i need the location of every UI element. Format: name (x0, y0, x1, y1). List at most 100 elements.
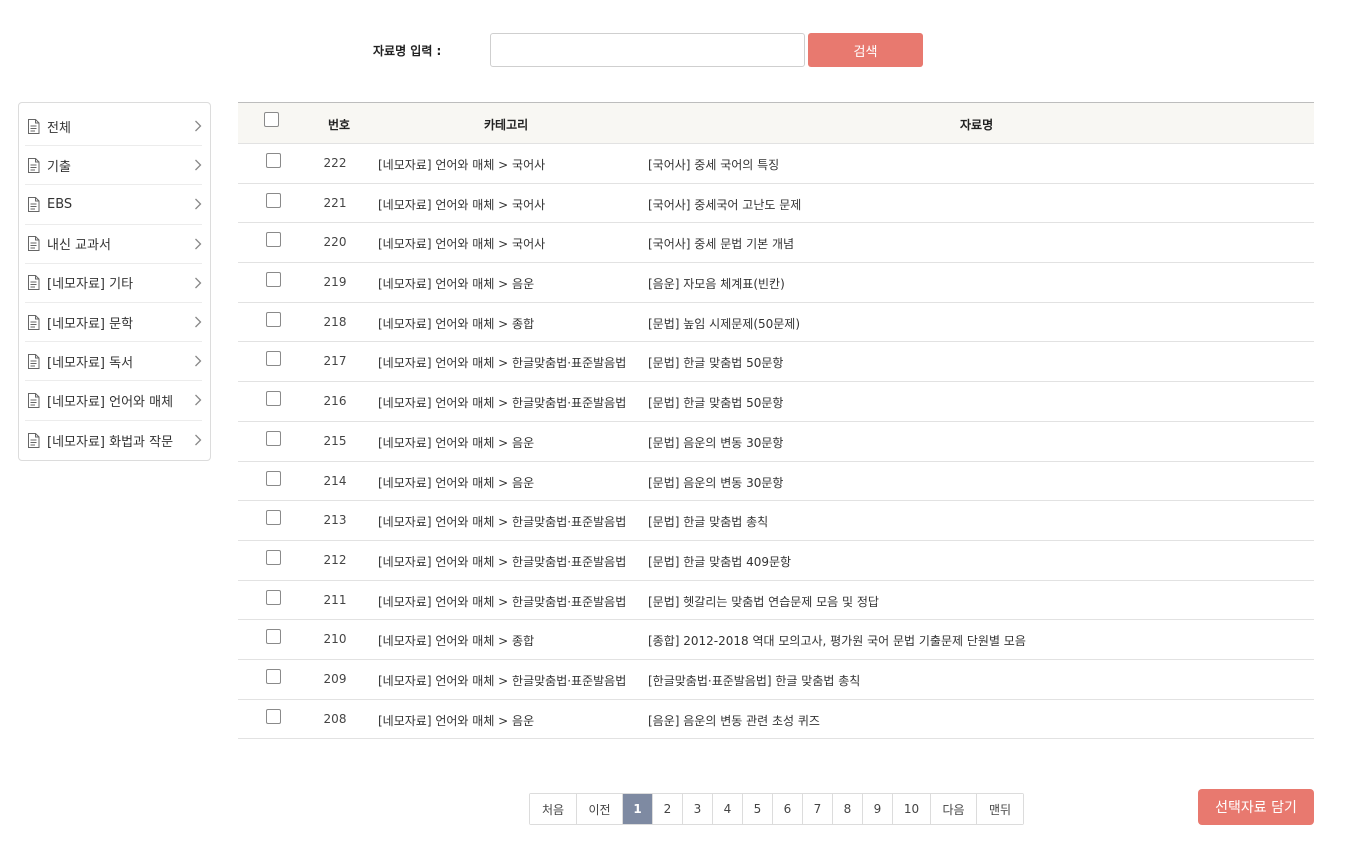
row-checkbox[interactable] (266, 430, 281, 446)
header-title: 자료명 (960, 118, 994, 132)
chevron-right-icon (194, 316, 202, 328)
page-number-button[interactable]: 6 (773, 794, 803, 824)
select-all-checkbox[interactable] (264, 112, 279, 127)
page-number-button[interactable]: 8 (833, 794, 863, 824)
category-sidebar: 전체 기출 EBS 내신 교과서 [네모자료] 기타 [네모자료] 문학 [네모자료] 독서… (18, 102, 211, 461)
sidebar-item-label: [네모자료] 문학 (47, 316, 134, 332)
row-checkbox[interactable] (266, 391, 281, 407)
page-prev-button[interactable]: 이전 (577, 794, 623, 824)
row-checkbox[interactable] (266, 351, 281, 367)
chevron-right-icon (194, 120, 202, 132)
page-number-button[interactable]: 1 (623, 794, 653, 824)
row-title-link[interactable]: [문법] 한글 맞춤법 총칙 (648, 513, 768, 530)
row-checkbox[interactable] (266, 470, 281, 486)
document-icon (27, 236, 40, 252)
row-checkbox[interactable] (266, 549, 281, 565)
page-number-button[interactable]: 3 (683, 794, 713, 824)
sidebar-item[interactable]: EBS (25, 185, 202, 225)
sidebar-item-label: [네모자료] 화법과 작문 (47, 434, 174, 450)
row-checkbox[interactable] (266, 668, 281, 684)
sidebar-item[interactable]: [네모자료] 기타 (25, 264, 202, 303)
table-row: 222 [네모자료] 언어와 매체 > 국어사 [국어사] 중세 국어의 특징 (238, 144, 1314, 184)
chevron-right-icon (194, 159, 202, 171)
table-row: 216 [네모자료] 언어와 매체 > 한글맞춤법·표준발음법 [문법] 한글 맞춤… (238, 382, 1314, 422)
table-body: 222 [네모자료] 언어와 매체 > 국어사 [국어사] 중세 국어의 특징 221… (238, 144, 1314, 740)
chevron-right-icon (194, 238, 202, 250)
table-row: 221 [네모자료] 언어와 매체 > 국어사 [국어사] 중세국어 고난도 문제 (238, 184, 1314, 224)
table-row: 212 [네모자료] 언어와 매체 > 한글맞춤법·표준발음법 [문법] 한글 맞춤… (238, 541, 1314, 581)
sidebar-item[interactable]: [네모자료] 독서 (25, 342, 202, 382)
material-table: 번호 카테고리 자료명 222 [네모자료] 언어와 매체 > 국어사 [국어사] … (238, 102, 1314, 740)
page-number-button[interactable]: 2 (653, 794, 683, 824)
row-category: [네모자료] 언어와 매체 > 한글맞춤법·표준발음법 (378, 673, 627, 688)
row-number: 208 (323, 711, 347, 726)
sidebar-item-label: EBS (47, 196, 73, 212)
row-title-link[interactable]: [문법] 한글 맞춤법 409문항 (648, 553, 791, 570)
row-title-link[interactable]: [국어사] 중세 문법 기본 개념 (648, 235, 794, 252)
row-checkbox[interactable] (266, 629, 281, 645)
page-number-button[interactable]: 10 (893, 794, 931, 824)
row-checkbox[interactable] (266, 192, 281, 208)
table-row: 218 [네모자료] 언어와 매체 > 종합 [문법] 높임 시제문제(50문제) (238, 303, 1314, 343)
table-row: 220 [네모자료] 언어와 매체 > 국어사 [국어사] 중세 문법 기본 개념 (238, 223, 1314, 264)
row-checkbox[interactable] (266, 589, 281, 605)
row-title-link[interactable]: [국어사] 중세 국어의 특징 (648, 156, 779, 173)
document-icon (27, 353, 40, 369)
row-number: 220 (323, 235, 347, 250)
row-checkbox[interactable] (266, 153, 281, 168)
document-icon (27, 157, 40, 173)
document-icon (27, 275, 40, 291)
row-title-link[interactable]: [한글맞춤법·표준발음법] 한글 맞춤법 총칙 (648, 672, 860, 689)
sidebar-item[interactable]: 기출 (25, 146, 202, 186)
search-input[interactable] (490, 33, 805, 67)
table-row: 215 [네모자료] 언어와 매체 > 음운 [문법] 음운의 변동 30문항 (238, 422, 1314, 462)
row-title-link[interactable]: [국어사] 중세국어 고난도 문제 (648, 196, 801, 213)
page-number-button[interactable]: 7 (803, 794, 833, 824)
chevron-right-icon (194, 394, 202, 406)
row-number: 212 (323, 552, 347, 567)
sidebar-item[interactable]: 전체 (25, 107, 202, 147)
row-title-link[interactable]: [문법] 한글 맞춤법 50문항 (648, 354, 783, 371)
table-row: 213 [네모자료] 언어와 매체 > 한글맞춤법·표준발음법 [문법] 한글 맞춤… (238, 501, 1314, 541)
search-button[interactable]: 검색 (808, 33, 923, 67)
page-number-button[interactable]: 9 (863, 794, 893, 824)
sidebar-item[interactable]: 내신 교과서 (25, 225, 202, 264)
row-category: [네모자료] 언어와 매체 > 종합 (378, 634, 535, 649)
document-icon (27, 392, 40, 408)
row-title-link[interactable]: [음운] 음운의 변동 관련 초성 퀴즈 (648, 712, 820, 729)
add-selected-to-cart-button[interactable]: 선택자료 담기 (1198, 789, 1314, 825)
sidebar-item[interactable]: [네모자료] 언어와 매체 (25, 381, 202, 421)
row-checkbox[interactable] (266, 232, 281, 248)
row-number: 215 (323, 433, 347, 448)
page-number-button[interactable]: 5 (743, 794, 773, 824)
table-header: 번호 카테고리 자료명 (238, 102, 1314, 144)
row-title-link[interactable]: [문법] 높임 시제문제(50문제) (648, 315, 800, 332)
row-category: [네모자료] 언어와 매체 > 한글맞춤법·표준발음법 (378, 515, 627, 530)
row-title-link[interactable]: [종합] 2012-2018 역대 모의고사, 평가원 국어 문법 기출문제 단… (648, 632, 1026, 649)
sidebar-item[interactable]: [네모자료] 화법과 작문 (25, 421, 202, 460)
row-checkbox[interactable] (266, 272, 281, 288)
row-title-link[interactable]: [문법] 한글 맞춤법 50문항 (648, 394, 783, 411)
row-checkbox[interactable] (266, 311, 281, 327)
header-category: 카테고리 (484, 118, 529, 132)
row-number: 221 (323, 195, 347, 210)
page-next-button[interactable]: 다음 (931, 794, 977, 824)
row-checkbox[interactable] (266, 708, 281, 724)
row-checkbox[interactable] (266, 510, 281, 526)
page-first-button[interactable]: 처음 (530, 794, 577, 824)
document-icon (27, 432, 40, 448)
row-title-link[interactable]: [문법] 음운의 변동 30문항 (648, 474, 783, 491)
sidebar-item-label: 내신 교과서 (47, 238, 111, 254)
row-title-link[interactable]: [문법] 헷갈리는 맞춤법 연습문제 모음 및 정답 (648, 593, 879, 610)
row-number: 211 (323, 592, 347, 607)
search-label: 자료명 입력 : (373, 44, 442, 58)
table-row: 219 [네모자료] 언어와 매체 > 음운 [음운] 자모음 체계표(빈칸) (238, 263, 1314, 303)
row-number: 209 (323, 671, 347, 686)
sidebar-item[interactable]: [네모자료] 문학 (25, 303, 202, 343)
row-number: 210 (323, 632, 347, 647)
sidebar-item-label: [네모자료] 기타 (47, 277, 134, 293)
row-title-link[interactable]: [음운] 자모음 체계표(빈칸) (648, 275, 785, 292)
page-last-button[interactable]: 맨뒤 (977, 794, 1023, 824)
page-number-button[interactable]: 4 (713, 794, 743, 824)
row-title-link[interactable]: [문법] 음운의 변동 30문항 (648, 434, 783, 451)
